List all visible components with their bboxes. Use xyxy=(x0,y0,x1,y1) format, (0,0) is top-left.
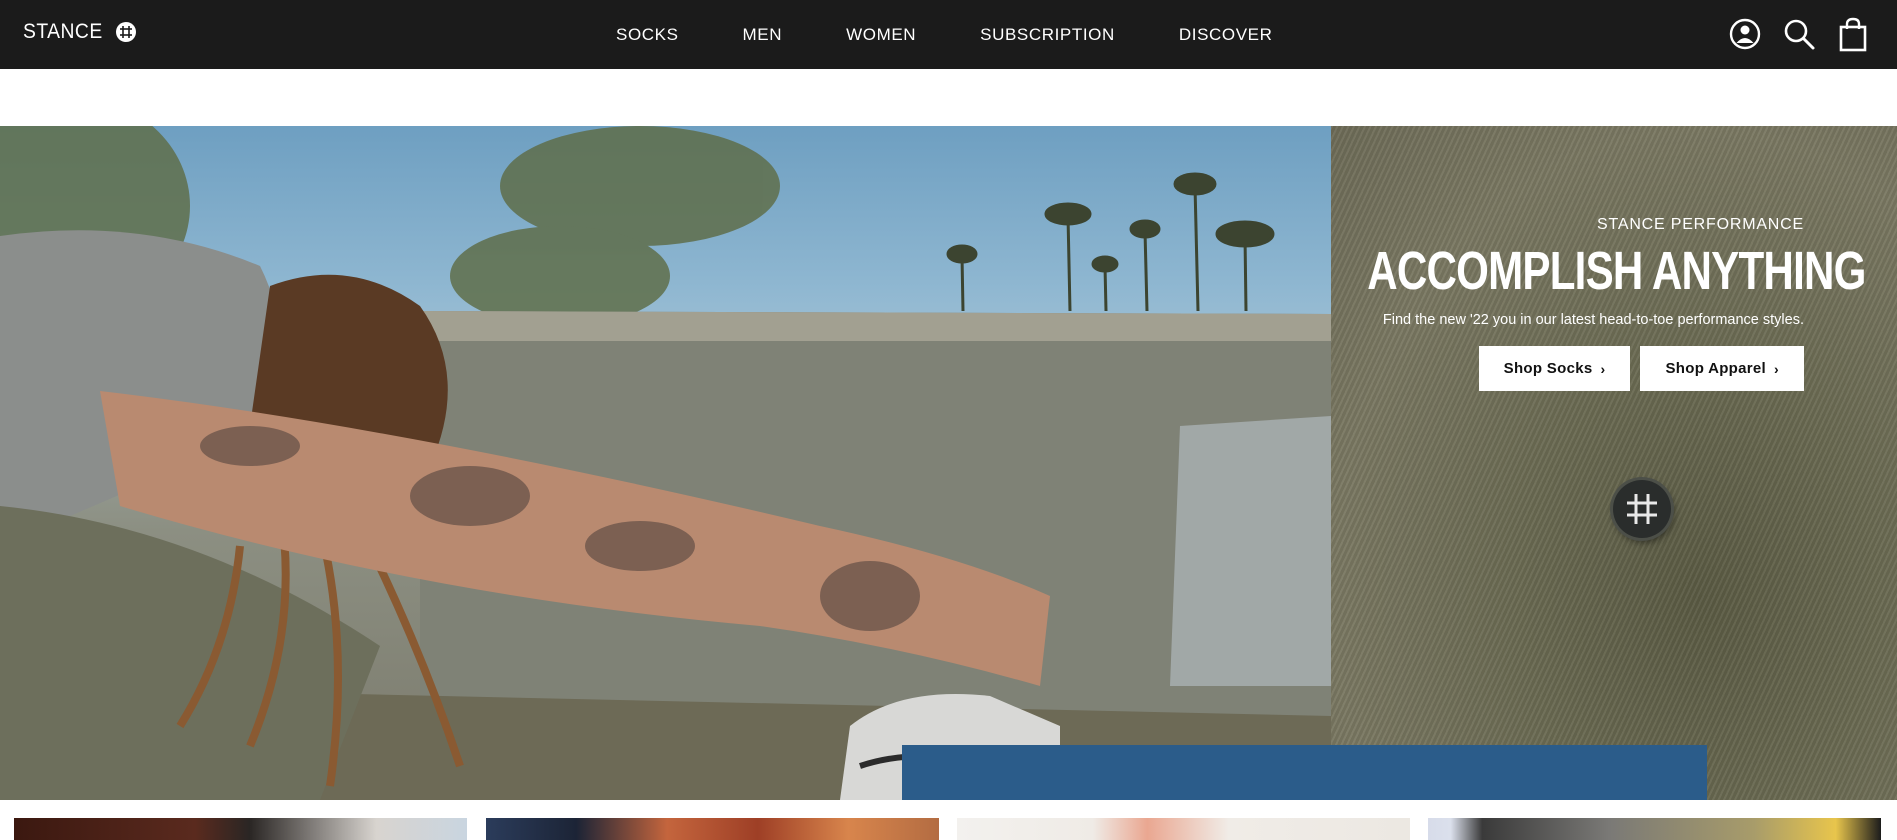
featured-tile[interactable] xyxy=(14,818,467,840)
hero-blue-panel xyxy=(902,745,1707,800)
nav-item-discover[interactable]: DISCOVER xyxy=(1179,25,1273,45)
featured-tile[interactable] xyxy=(1428,818,1881,840)
shop-apparel-button[interactable]: Shop Apparel › xyxy=(1640,346,1804,391)
shop-socks-button[interactable]: Shop Socks › xyxy=(1478,346,1631,391)
hero-title: ACCOMPLISH ANYTHING xyxy=(1367,241,1866,301)
nav-item-men[interactable]: MEN xyxy=(743,25,783,45)
brand-name: STANCE xyxy=(23,20,103,43)
nav-item-socks[interactable]: SOCKS xyxy=(616,25,679,45)
hero-eyebrow: STANCE PERFORMANCE xyxy=(1596,216,1804,233)
fabric-logo-badge xyxy=(1613,480,1671,538)
hero-cta-group: Shop Socks › Shop Apparel › xyxy=(1244,346,1804,391)
account-icon[interactable] xyxy=(1728,16,1762,52)
main-nav: SOCKS MEN WOMEN SUBSCRIPTION DISCOVER xyxy=(616,0,1272,69)
hero-photo-athlete-stretching xyxy=(0,126,1331,800)
shop-apparel-label: Shop Apparel xyxy=(1665,360,1767,377)
stance-logo[interactable]: STANCE xyxy=(23,20,137,44)
hero-banner[interactable]: STANCE PERFORMANCE ACCOMPLISH ANYTHING F… xyxy=(0,126,1897,800)
chevron-right-icon: › xyxy=(1774,360,1779,377)
cart-icon[interactable] xyxy=(1836,16,1870,52)
nav-item-women[interactable]: WOMEN xyxy=(846,25,916,45)
featured-tile[interactable] xyxy=(486,818,939,840)
featured-tiles xyxy=(14,818,1897,840)
search-icon[interactable] xyxy=(1782,16,1816,52)
header-actions xyxy=(1708,16,1870,52)
chevron-right-icon: › xyxy=(1600,360,1606,377)
hero-subtitle: Find the new '22 you in our latest head-… xyxy=(1382,312,1804,328)
featured-tile[interactable] xyxy=(957,818,1410,840)
stance-cross-logo-icon xyxy=(115,22,136,42)
nav-item-subscription[interactable]: SUBSCRIPTION xyxy=(980,25,1115,45)
site-header: STANCE SOCKS MEN WOMEN SUBSCRIPTION DISC… xyxy=(0,0,1897,69)
shop-socks-label: Shop Socks xyxy=(1503,360,1593,377)
hero-copy: STANCE PERFORMANCE ACCOMPLISH ANYTHING F… xyxy=(1244,216,1866,391)
